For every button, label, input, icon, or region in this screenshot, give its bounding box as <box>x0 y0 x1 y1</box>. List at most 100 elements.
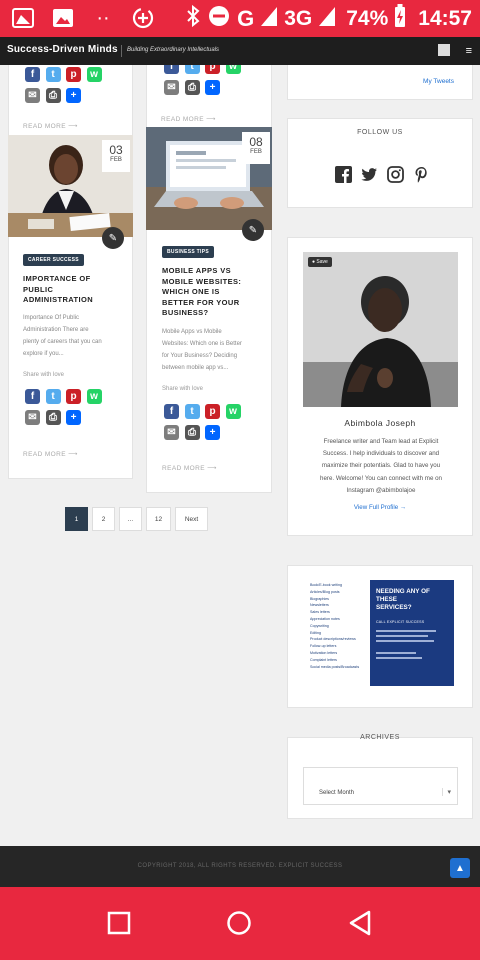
post-card: 08 FEB ✎ BUSINESS TIPS MOBILE APPS VS MO… <box>146 127 272 493</box>
email-share-icon[interactable]: ✉ <box>25 87 40 103</box>
pin-icon[interactable]: ✎ <box>242 219 264 241</box>
share-buttons: f t p w ✉ ⎙ + <box>25 389 102 425</box>
whatsapp-share-icon[interactable]: w <box>86 389 102 404</box>
print-share-icon[interactable]: ⎙ <box>184 424 200 440</box>
read-more-link[interactable]: READ MORE ⟶ <box>23 450 78 458</box>
clock: 14:57 <box>418 7 472 30</box>
category-badge[interactable]: BUSINESS TIPS <box>162 246 214 258</box>
follow-us-widget: FOLLOW US <box>287 118 473 208</box>
pinterest-share-icon[interactable]: p <box>205 404 220 419</box>
site-brand[interactable]: Success-Driven Minds <box>7 44 118 55</box>
page-12-button[interactable]: 12 <box>146 507 171 531</box>
pinterest-save-button[interactable]: ● Save <box>308 257 332 267</box>
site-footer: COPYRIGHT 2018, ALL RIGHTS RESERVED. EXP… <box>0 846 480 887</box>
facebook-share-icon[interactable]: f <box>25 389 40 404</box>
copyright-text: COPYRIGHT 2018, ALL RIGHTS RESERVED. EXP… <box>137 863 343 869</box>
pin-icon[interactable]: ✎ <box>102 227 124 249</box>
page-2-button[interactable]: 2 <box>92 507 115 531</box>
back-icon[interactable] <box>348 910 372 936</box>
read-more-link[interactable]: READ MORE ⟶ <box>23 122 78 130</box>
signal-icon-2 <box>318 5 336 33</box>
facebook-share-icon[interactable]: f <box>164 404 179 419</box>
back-to-top-button[interactable]: ▲ <box>450 858 470 878</box>
twitter-share-icon[interactable]: t <box>45 389 61 404</box>
share-label: Share with love <box>162 386 204 392</box>
recent-apps-icon[interactable] <box>107 911 131 935</box>
services-list: Book/E-book writing Articles/Blog posts … <box>310 583 360 669</box>
home-icon[interactable] <box>226 910 252 936</box>
widget-title: FOLLOW US <box>357 129 403 136</box>
post-card-prev-right: f t p w ✉ ⎙ + READ MORE ⟶ <box>146 65 272 127</box>
network-type-label: 3G <box>284 7 313 30</box>
page-ellipsis: ... <box>119 507 142 531</box>
share-more-icon[interactable]: + <box>205 79 220 95</box>
battery-percent: 74% <box>346 7 389 30</box>
social-links <box>335 166 430 183</box>
post-date-day: 03 <box>109 143 123 157</box>
post-title[interactable]: MOBILE APPS VS MOBILE WEBSITES: WHICH ON… <box>162 266 267 319</box>
email-share-icon[interactable]: ✉ <box>164 424 179 440</box>
read-more-link[interactable]: READ MORE ⟶ <box>161 115 216 123</box>
view-full-profile-link[interactable]: View Full Profile → <box>288 504 472 511</box>
battery-charging-icon <box>394 4 406 34</box>
facebook-share-icon[interactable]: f <box>164 65 179 74</box>
facebook-share-icon[interactable]: f <box>25 67 40 82</box>
archives-select[interactable]: Select Month ▾ <box>303 767 458 805</box>
page-content: f t p w ✉ ⎙ + READ MORE ⟶ f t p w ✉ ⎙ + … <box>0 65 480 887</box>
whatsapp-share-icon[interactable]: w <box>86 67 102 82</box>
twitter-share-icon[interactable]: t <box>184 404 200 419</box>
post-excerpt: Importance Of Public Administration Ther… <box>23 315 102 357</box>
page-1-button[interactable]: 1 <box>65 507 88 531</box>
more-dots-icon: ·· <box>96 6 110 29</box>
pinterest-icon[interactable] <box>413 166 430 183</box>
facebook-icon[interactable] <box>335 166 352 183</box>
profile-photo[interactable]: ● Save <box>303 252 458 407</box>
post-date-month: FEB <box>250 149 262 155</box>
print-share-icon[interactable]: ⎙ <box>184 79 200 95</box>
post-date-month: FEB <box>110 157 122 163</box>
pinterest-share-icon[interactable]: p <box>66 67 81 82</box>
search-toggle-icon[interactable] <box>438 44 450 56</box>
profile-bio: Freelance writer and Team lead at Explic… <box>320 438 442 494</box>
read-more-link[interactable]: READ MORE ⟶ <box>162 464 217 472</box>
pinterest-share-icon[interactable]: p <box>66 389 81 404</box>
print-share-icon[interactable]: ⎙ <box>45 409 61 425</box>
header-divider <box>121 45 122 57</box>
share-buttons: f t p w ✉ ⎙ + <box>25 67 102 103</box>
site-header: Success-Driven Minds Building Extraordin… <box>0 37 480 65</box>
signal-icon <box>260 5 278 33</box>
services-ad-widget: Book/E-book writing Articles/Blog posts … <box>287 565 473 708</box>
data-saver-icon <box>130 6 156 30</box>
chevron-down-icon: ▾ <box>442 788 451 796</box>
post-date-badge: 03 FEB <box>102 140 130 172</box>
my-tweets-link[interactable]: My Tweets <box>423 78 454 85</box>
next-page-button[interactable]: Next <box>175 507 208 531</box>
post-card-prev-left: f t p w ✉ ⎙ + READ MORE ⟶ <box>8 65 133 138</box>
twitter-share-icon[interactable]: t <box>184 65 200 74</box>
share-buttons: f t p w ✉ ⎙ + <box>164 65 241 95</box>
bluetooth-icon <box>185 4 201 34</box>
email-share-icon[interactable]: ✉ <box>164 79 179 95</box>
pinterest-share-icon[interactable]: p <box>205 65 220 74</box>
share-more-icon[interactable]: + <box>66 87 81 103</box>
share-more-icon[interactable]: + <box>66 409 81 425</box>
email-share-icon[interactable]: ✉ <box>25 409 40 425</box>
category-badge[interactable]: CAREER SUCCESS <box>23 254 84 266</box>
network-g-label: G <box>237 6 255 31</box>
post-title[interactable]: IMPORTANCE OF PUBLIC ADMINISTRATION <box>23 274 128 306</box>
profile-widget: ● Save Abimbola Joseph Freelance writer … <box>287 237 473 536</box>
hamburger-menu-icon[interactable]: ≡ <box>466 45 472 57</box>
whatsapp-share-icon[interactable]: w <box>225 65 241 74</box>
instagram-icon[interactable] <box>387 166 404 183</box>
print-share-icon[interactable]: ⎙ <box>45 87 61 103</box>
share-label: Share with love <box>23 372 65 378</box>
ad-text-lines <box>376 630 448 659</box>
twitter-share-icon[interactable]: t <box>45 67 61 82</box>
pagination: 1 2 ... 12 Next <box>65 507 208 531</box>
services-ad-banner[interactable]: Book/E-book writing Articles/Blog posts … <box>304 580 454 686</box>
whatsapp-share-icon[interactable]: w <box>225 404 241 419</box>
twitter-icon[interactable] <box>361 166 378 183</box>
gallery-icon <box>50 6 76 30</box>
share-more-icon[interactable]: + <box>205 424 220 440</box>
services-ad-panel: NEEDING ANY OF THESE SERVICES? CALL EXPL… <box>370 580 454 686</box>
